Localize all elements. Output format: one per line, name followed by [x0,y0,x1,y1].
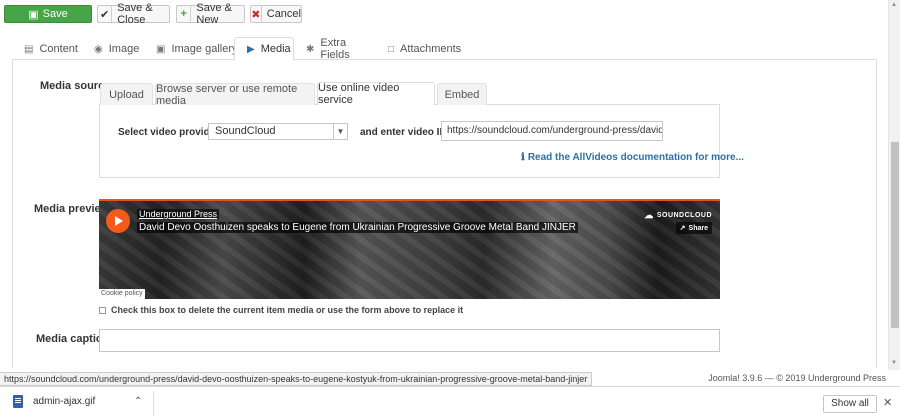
tab-label: Upload [109,88,144,101]
chevron-down-icon: ▼ [333,124,347,139]
tab-label: Embed [444,88,480,101]
puzzle-icon: ✱ [306,43,315,55]
tab-embed[interactable]: Embed [437,83,487,105]
share-button[interactable]: ↗ Share [675,222,712,234]
save-button[interactable]: ▣ Save [4,5,92,23]
media-caption-input[interactable] [99,329,720,352]
document-icon: ▤ [24,43,34,55]
save-new-button[interactable]: + Save & New [176,2,245,26]
tab-online-video-service[interactable]: Use online video service [317,82,435,106]
video-id-label: and enter video ID [360,127,447,138]
delete-media-checkbox[interactable] [99,306,106,314]
tab-upload[interactable]: Upload [100,83,153,105]
item-tabs: ▤ Content ◉ Image ▣ Image gallery ▶ Medi… [12,36,877,61]
track-title[interactable]: David Devo Oosthuizen speaks to Eugene f… [137,222,578,233]
video-id-input[interactable]: https://soundcloud.com/underground-press… [441,121,663,141]
media-icon: ▶ [247,43,255,55]
tab-media[interactable]: ▶ Media [234,37,294,61]
soundcloud-logo[interactable]: ☁ SOUNDCLOUD [644,210,712,221]
cookie-policy-link[interactable]: Cookie policy [99,289,145,299]
tab-image[interactable]: ◉ Image [82,38,150,60]
download-item[interactable]: admin-ajax.gif [13,395,95,408]
status-url: https://soundcloud.com/underground-press… [0,372,593,386]
play-button[interactable] [106,209,130,233]
tab-browse-server[interactable]: Browse server or use remote media [155,82,315,107]
attachment-icon: □ [388,43,395,55]
provider-label: Select video provider [118,127,220,138]
cancel-icon: ✖ [251,6,262,22]
tab-attachments[interactable]: □ Attachments [376,38,466,60]
save-close-label: Save & Close [117,2,153,26]
file-icon [13,395,23,408]
save-close-button[interactable]: ✔ Save & Close [97,2,170,26]
video-provider-select[interactable]: SoundCloud ▼ [208,123,348,140]
download-bar: admin-ajax.gif ⌃ Show all ✕ [0,386,900,419]
brand-text: SOUNDCLOUD [656,212,712,219]
tab-label: Browse server or use remote media [156,82,298,107]
share-label: Share [688,224,708,232]
soundcloud-player[interactable]: Underground Press David Devo Oosthuizen … [99,199,720,299]
cancel-label: Cancel [266,8,301,20]
tab-label: Image gallery [171,43,238,55]
delete-media-row: Check this box to delete the current ite… [99,305,463,315]
media-source-tabs: Upload Browse server or use remote media… [99,82,720,107]
tab-label: Use online video service [318,82,400,106]
delete-media-label: Check this box to delete the current ite… [111,305,464,315]
cancel-button[interactable]: ✖ Cancel [250,5,302,23]
save-label: Save [42,8,68,20]
tab-extra-fields[interactable]: ✱ Extra Fields [294,37,378,61]
provider-value: SoundCloud [215,125,276,137]
plus-icon: + [177,6,192,22]
tab-content[interactable]: ▤ Content [12,38,88,60]
check-icon: ✔ [98,6,113,22]
cloud-icon: ☁ [644,210,654,220]
scroll-down-icon[interactable]: ▼ [891,360,897,366]
save-icon: ▣ [28,8,39,21]
tab-label: Content [39,43,78,55]
doc-link-text: Read the AllVideos documentation for mor… [527,152,744,163]
page-scrollbar[interactable]: ▲ ▼ [888,0,900,370]
camera-icon: ◉ [94,43,103,55]
show-all-button[interactable]: Show all [823,395,877,413]
toolbar: ▣ Save ✔ Save & Close + Save & New ✖ Can… [0,0,888,28]
divider [153,391,154,416]
media-preview-label: Media preview [34,203,110,215]
tab-label: Attachments [400,43,462,55]
play-icon [115,216,123,226]
save-new-label: Save & New [196,2,232,26]
tab-label: Extra Fields [320,37,350,61]
info-icon: ℹ [521,152,525,163]
close-icon[interactable]: ✕ [883,396,892,409]
chevron-up-icon[interactable]: ⌃ [134,396,142,407]
tab-image-gallery[interactable]: ▣ Image gallery [144,38,240,60]
download-file-name: admin-ajax.gif [33,396,96,407]
tab-label: Media [260,43,291,55]
uploader-link[interactable]: Underground Press [137,209,220,219]
documentation-link[interactable]: ℹ Read the AllVideos documentation for mo… [521,152,744,163]
scroll-up-icon[interactable]: ▲ [891,2,897,8]
tab-label: Image [108,43,140,55]
scrollbar-thumb[interactable] [891,142,899,328]
share-icon: ↗ [679,225,686,232]
gallery-icon: ▣ [156,43,166,55]
online-video-box [99,105,720,178]
footer-text: Joomla! 3.9.6 — © 2019 Underground Press [708,373,886,383]
